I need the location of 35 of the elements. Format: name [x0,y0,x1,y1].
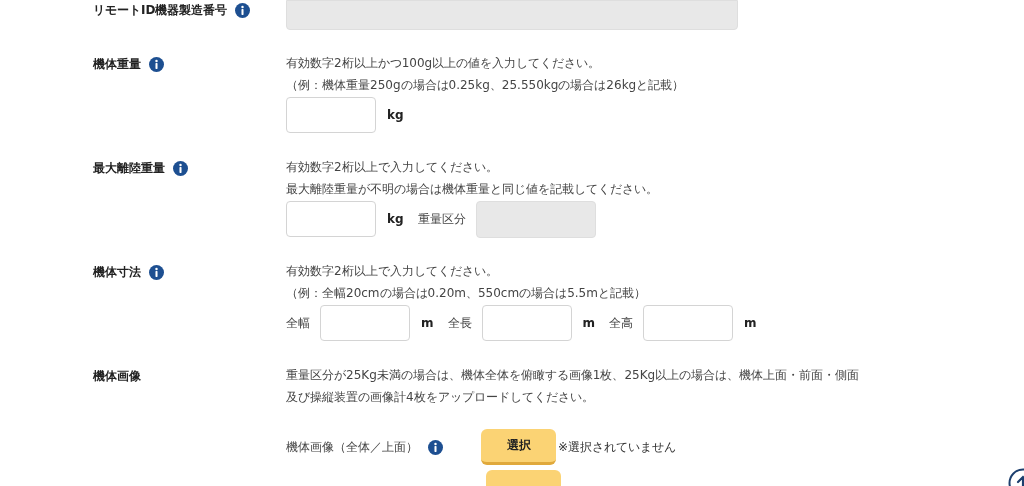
help-text: （例：全幅20cmの場合は0.20m、550cmの場合は5.5mと記載） [286,285,647,302]
field-title: 最大離陸重量 [93,159,165,177]
field-label: 全幅 [286,314,310,332]
select-button[interactable]: 選択 [481,429,556,465]
field-title: 機体重量 [93,55,141,73]
info-icon[interactable] [428,439,443,455]
unit-label: kg [387,212,404,226]
help-text: 有効数字2桁以上で入力してください。 [286,263,499,280]
unit-label: m [582,316,596,330]
help-text: 及び操縦装置の画像計4枚をアップロードしてください。 [286,389,595,406]
field-title: 機体画像 [93,367,141,385]
field-title: 機体寸法 [93,263,141,281]
help-text: 最大離陸重量が不明の場合は機体重量と同じ値を記載してください。 [286,181,659,198]
field-label: 重量区分 [417,210,466,228]
info-icon[interactable] [235,2,251,18]
help-text: 有効数字2桁以上かつ100g以上の値を入力してください。 [286,55,602,72]
field-title: リモートID機器製造番号 [93,1,228,19]
help-text: 重量区分が25Kg未満の場合は、機体全体を俯瞰する画像1枚、25Kg以上の場合は、機体上面・前面・側面 [286,367,861,384]
help-text: 有効数字2桁以上で入力してください。 [286,159,499,176]
upload-label: 機体画像（全体／上面） [286,438,418,456]
number-input[interactable] [643,305,734,341]
field-label: 全長 [447,314,472,332]
unit-label: m [421,316,434,330]
number-input[interactable] [286,201,376,237]
help-text: （例：機体重量250gの場合は0.25kg、25.550kgの場合は26kgと記載） [286,77,686,94]
info-icon[interactable] [149,264,164,280]
info-icon[interactable] [149,56,164,72]
number-input[interactable] [286,97,376,133]
field-label: 全高 [609,314,634,332]
number-input[interactable] [320,305,410,341]
info-icon[interactable] [173,160,188,176]
unit-label: m [744,316,757,330]
number-input[interactable] [481,305,572,341]
upload-status: ※選択されていません [558,438,677,456]
unit-label: kg [387,108,404,122]
